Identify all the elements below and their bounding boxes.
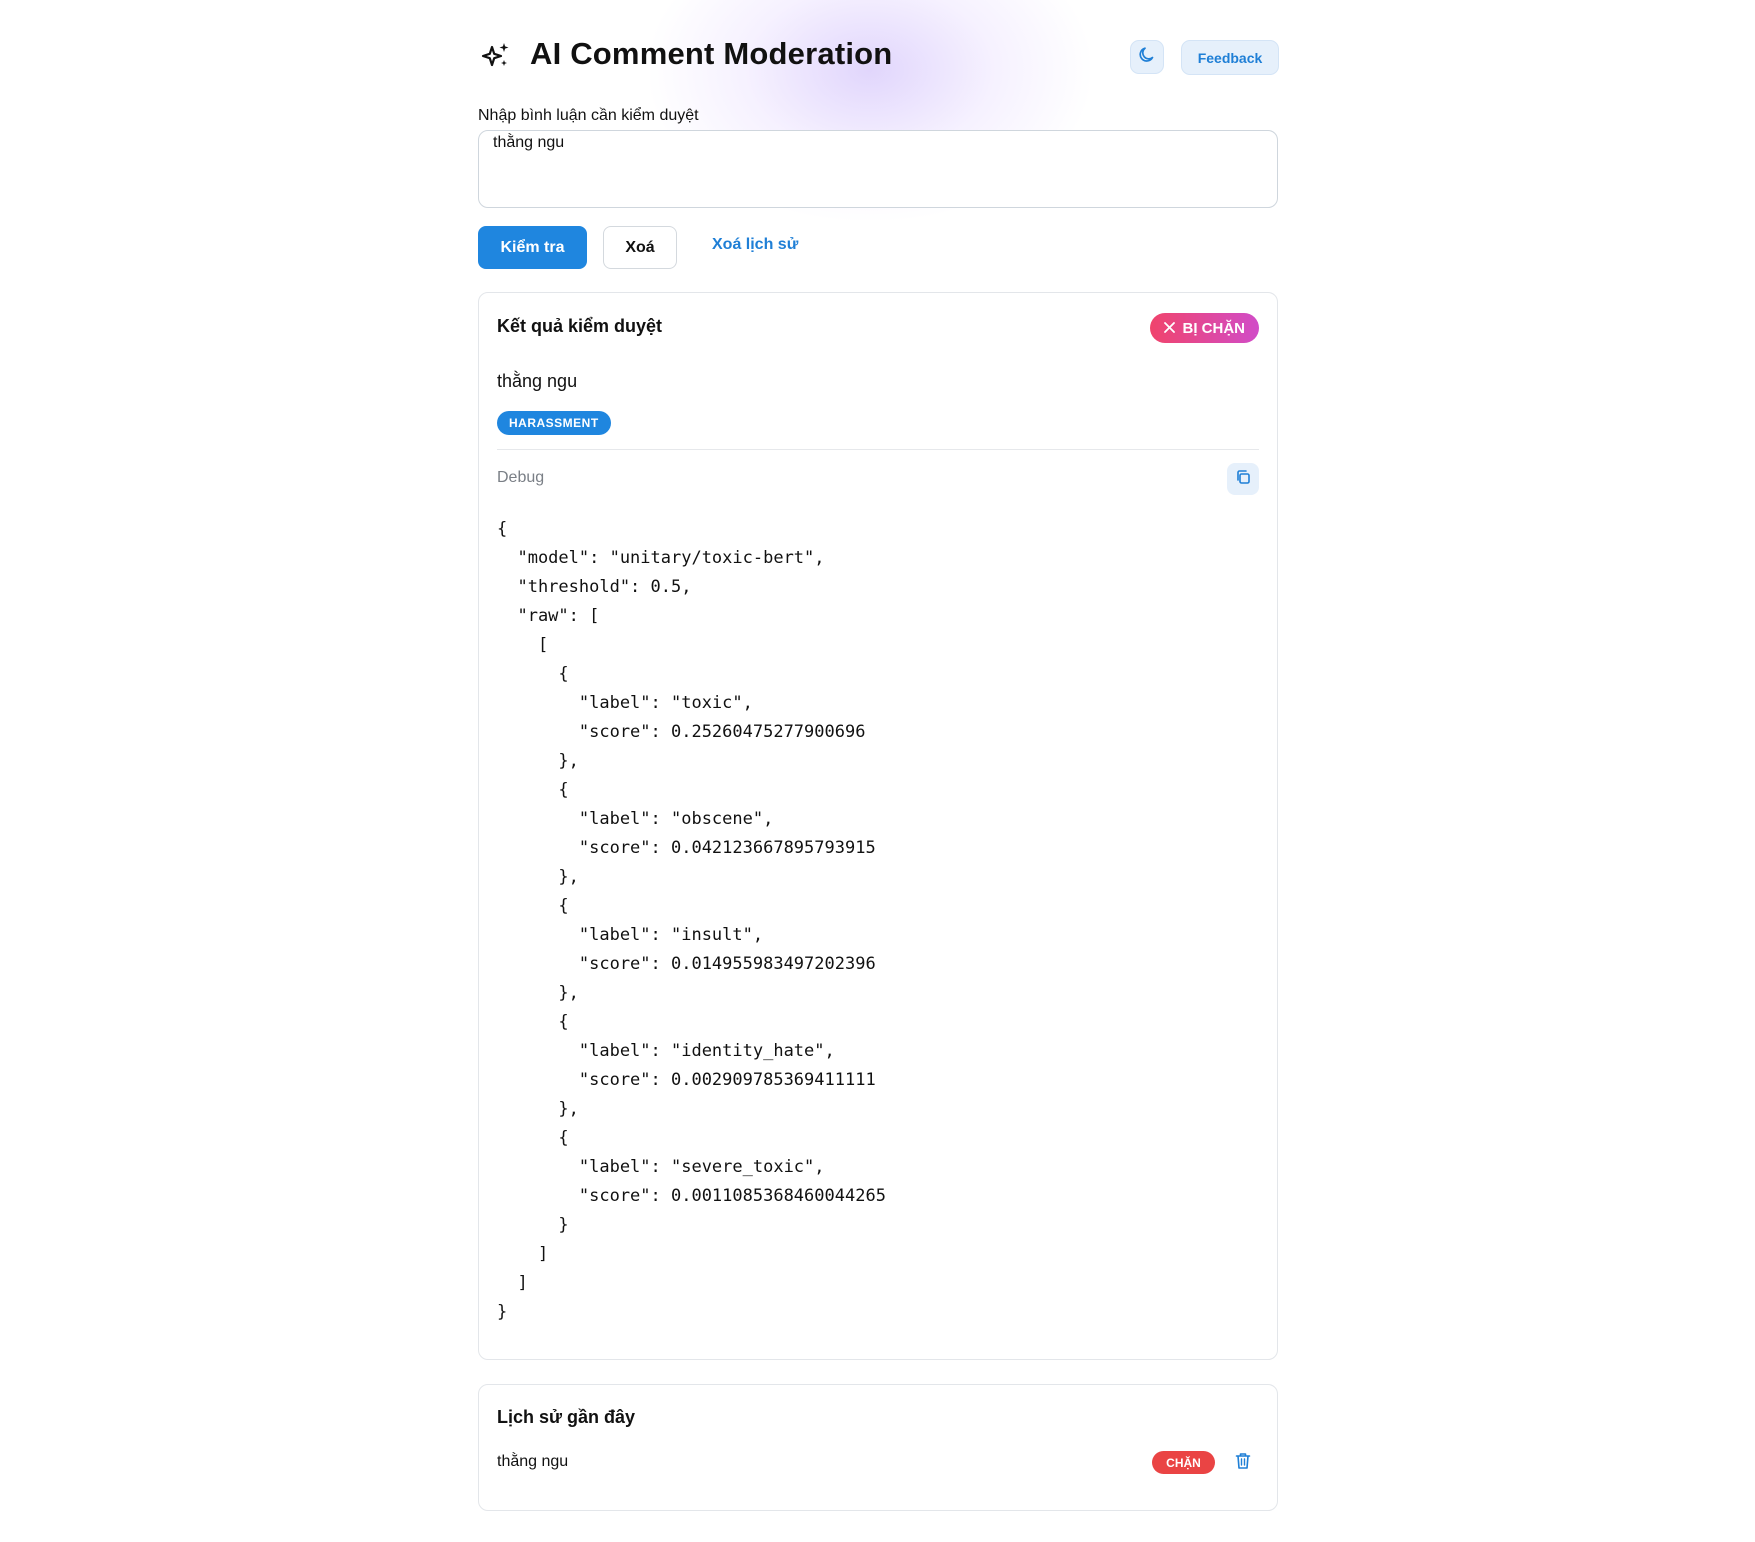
moon-icon [1137, 45, 1157, 70]
category-tag: HARASSMENT [497, 411, 611, 435]
clear-button[interactable]: Xoá [603, 226, 677, 269]
header: AI Comment Moderation Feedback [478, 0, 1279, 110]
result-title: Kết quả kiểm duyệt [497, 316, 663, 336]
theme-toggle-button[interactable] [1130, 40, 1164, 74]
app-container: AI Comment Moderation Feedback Nhập bình… [478, 0, 1279, 1511]
close-icon [1163, 320, 1175, 337]
debug-json: { "model": "unitary/toxic-bert", "thresh… [497, 519, 886, 1322]
comment-input[interactable] [478, 130, 1278, 208]
history-title: Lịch sử gần đây [497, 1407, 636, 1427]
comment-input-label: Nhập bình luận cần kiểm duyệt [478, 107, 699, 124]
history-status-badge: CHẶN [1152, 1451, 1215, 1474]
history-card: Lịch sử gần đây thằng ngu CHẶN [478, 1384, 1278, 1511]
status-label: BỊ CHẶN [1182, 319, 1246, 337]
feedback-button[interactable]: Feedback [1181, 40, 1279, 75]
history-item-text: thằng ngu [497, 1453, 569, 1470]
copy-button[interactable] [1227, 463, 1259, 495]
clear-history-link[interactable]: Xoá lịch sử [712, 236, 798, 254]
trash-icon [1235, 1452, 1251, 1475]
page-title: AI Comment Moderation [530, 36, 893, 71]
check-button[interactable]: Kiểm tra [478, 226, 587, 269]
divider [497, 449, 1259, 450]
result-comment: thằng ngu [497, 371, 578, 391]
debug-label: Debug [497, 469, 545, 486]
sparkles-icon [481, 41, 511, 71]
delete-history-button[interactable] [1233, 1452, 1253, 1474]
status-badge: BỊ CHẶN [1149, 313, 1259, 343]
result-card: Kết quả kiểm duyệt BỊ CHẶN thằng ngu HAR… [478, 292, 1278, 1360]
copy-icon [1235, 469, 1251, 490]
